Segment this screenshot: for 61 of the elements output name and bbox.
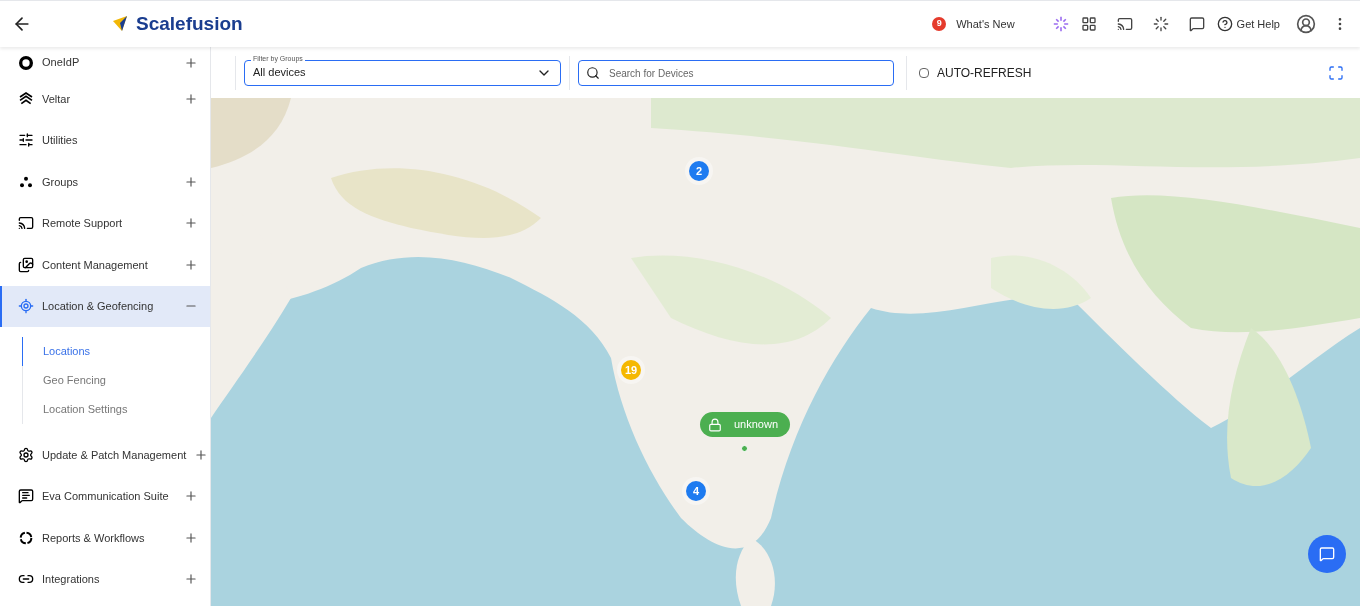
images-icon xyxy=(18,256,34,273)
cast-icon[interactable] xyxy=(1116,16,1133,32)
sidebar-label: Content Management xyxy=(42,257,148,273)
expand-icon[interactable] xyxy=(184,489,198,504)
sliders-icon xyxy=(18,132,34,149)
sidebar-item[interactable]: Integrations xyxy=(0,558,210,600)
brand-name: Scalefusion xyxy=(136,11,243,36)
sidebar-item[interactable]: OneIdP xyxy=(0,47,210,78)
chat-icon xyxy=(1319,546,1335,562)
expand-icon[interactable] xyxy=(184,174,198,189)
expand-icon[interactable] xyxy=(184,91,198,106)
expand-icon[interactable] xyxy=(184,216,198,231)
sidebar-label: Groups xyxy=(42,174,79,190)
sidebar-label: Veltar xyxy=(42,91,71,107)
device-name: unknown xyxy=(734,417,779,433)
sidebar-label: Remote Support xyxy=(42,216,123,231)
sidebar-item[interactable]: Remote Support xyxy=(0,202,210,244)
help-button[interactable]: Get Help xyxy=(1216,15,1280,33)
grid-icon[interactable] xyxy=(1080,16,1097,32)
expand-icon[interactable] xyxy=(184,257,198,272)
checkbox[interactable] xyxy=(919,67,929,78)
lock-icon xyxy=(708,417,722,432)
checkbox-label: AUTO-REFRESH xyxy=(937,64,1032,82)
expand-icon[interactable] xyxy=(184,530,198,545)
sidebar-item[interactable]: Eva Communication Suite xyxy=(0,475,210,517)
sidebar-label: Utilities xyxy=(42,133,78,148)
sidebar-item[interactable]: Utilities xyxy=(0,119,210,161)
sidebar-item[interactable]: Content Management xyxy=(0,244,210,286)
sidebar-label: OneIdP xyxy=(42,55,80,71)
sidebar-label: Integrations xyxy=(42,572,100,587)
help-icon xyxy=(1216,16,1233,32)
whats-new-link[interactable]: What's New xyxy=(956,15,1015,33)
sidebar-label: Reports & Workflows xyxy=(42,530,145,546)
expand-icon[interactable] xyxy=(184,55,198,70)
fullscreen-icon[interactable] xyxy=(1328,64,1344,81)
sparkle-icon[interactable] xyxy=(1052,16,1069,32)
sidebar-item[interactable]: Update & Patch Management xyxy=(0,434,210,476)
search-icon xyxy=(586,65,600,80)
sidebar-label: Eva Communication Suite xyxy=(42,489,169,504)
chat-icon xyxy=(18,488,34,505)
sidebar-label: Update & Patch Management xyxy=(42,447,187,463)
notification-badge: 9 xyxy=(932,17,947,31)
submenu-item[interactable]: Location Settings xyxy=(22,395,210,424)
select-value: All devices xyxy=(253,65,306,81)
sidebar-label: Location & Geofencing xyxy=(42,299,154,314)
expand-icon[interactable] xyxy=(184,572,198,587)
gear-icon xyxy=(18,446,34,463)
cast-icon xyxy=(18,215,34,232)
expand-icon[interactable] xyxy=(194,447,209,462)
avatar-icon[interactable] xyxy=(1296,14,1316,34)
chevrons-icon xyxy=(18,90,34,107)
map[interactable]: 2 19 4 unknown xyxy=(211,98,1360,606)
sidebar-item[interactable]: Veltar xyxy=(0,78,210,120)
sidebar-item[interactable]: Groups xyxy=(0,161,210,203)
target-icon xyxy=(18,298,34,315)
search-field[interactable]: Search for Devices xyxy=(578,60,894,86)
submenu-item[interactable]: Geo Fencing xyxy=(22,366,210,395)
sidebar-item[interactable]: Reports & Workflows xyxy=(0,517,210,559)
submenu-item[interactable]: Locations xyxy=(22,337,210,366)
chat-icon[interactable] xyxy=(1188,16,1205,32)
sidebar-item[interactable]: Location & Geofencing xyxy=(0,285,210,327)
